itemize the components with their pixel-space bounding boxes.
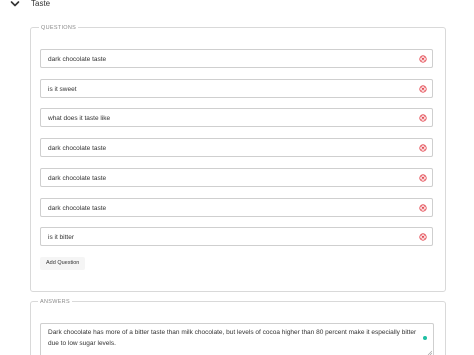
question-input[interactable]: dark chocolate taste — [40, 49, 433, 68]
question-text: dark chocolate taste — [48, 145, 107, 153]
question-input[interactable]: is it bitter — [40, 227, 433, 247]
question-text: dark chocolate taste — [48, 174, 107, 182]
answer-text: Dark chocolate has more of a bitter tast… — [48, 329, 417, 347]
answers-legend: ANSWERS — [38, 298, 72, 306]
questions-legend: QUESTIONS — [39, 24, 79, 32]
status-dot-icon — [423, 336, 427, 340]
remove-circle-icon[interactable] — [419, 114, 427, 122]
question-input[interactable]: dark chocolate taste — [40, 197, 433, 217]
remove-circle-icon[interactable] — [419, 85, 427, 93]
answers-group: ANSWERS Dark chocolate has more of a bit… — [30, 298, 446, 355]
question-text: what does it taste like — [48, 115, 111, 123]
remove-circle-icon[interactable] — [419, 233, 427, 241]
questions-group: QUESTIONS dark chocolate taste is it swee… — [30, 24, 446, 292]
question-text: dark chocolate taste — [48, 204, 107, 212]
question-text: dark chocolate taste — [48, 56, 107, 63]
question-input[interactable]: dark chocolate taste — [40, 167, 433, 187]
remove-circle-icon[interactable] — [419, 203, 427, 212]
add-question-button[interactable]: Add Question — [40, 257, 86, 270]
answer-textarea[interactable]: Dark chocolate has more of a bitter tast… — [40, 323, 434, 355]
question-text: is it bitter — [48, 234, 75, 242]
question-input[interactable]: is it sweet — [40, 78, 433, 98]
question-input[interactable]: what does it taste like — [40, 108, 433, 128]
chevron-down-icon[interactable] — [9, 0, 21, 10]
section-title: Taste — [31, 0, 51, 8]
remove-circle-icon[interactable] — [419, 55, 427, 63]
question-text: is it sweet — [48, 85, 77, 93]
question-input[interactable]: dark chocolate taste — [40, 138, 433, 158]
page: Taste QUESTIONS dark chocolate taste is i… — [0, 0, 474, 355]
remove-circle-icon[interactable] — [419, 174, 427, 182]
resize-handle-icon[interactable] — [427, 350, 432, 355]
remove-circle-icon[interactable] — [419, 144, 427, 152]
